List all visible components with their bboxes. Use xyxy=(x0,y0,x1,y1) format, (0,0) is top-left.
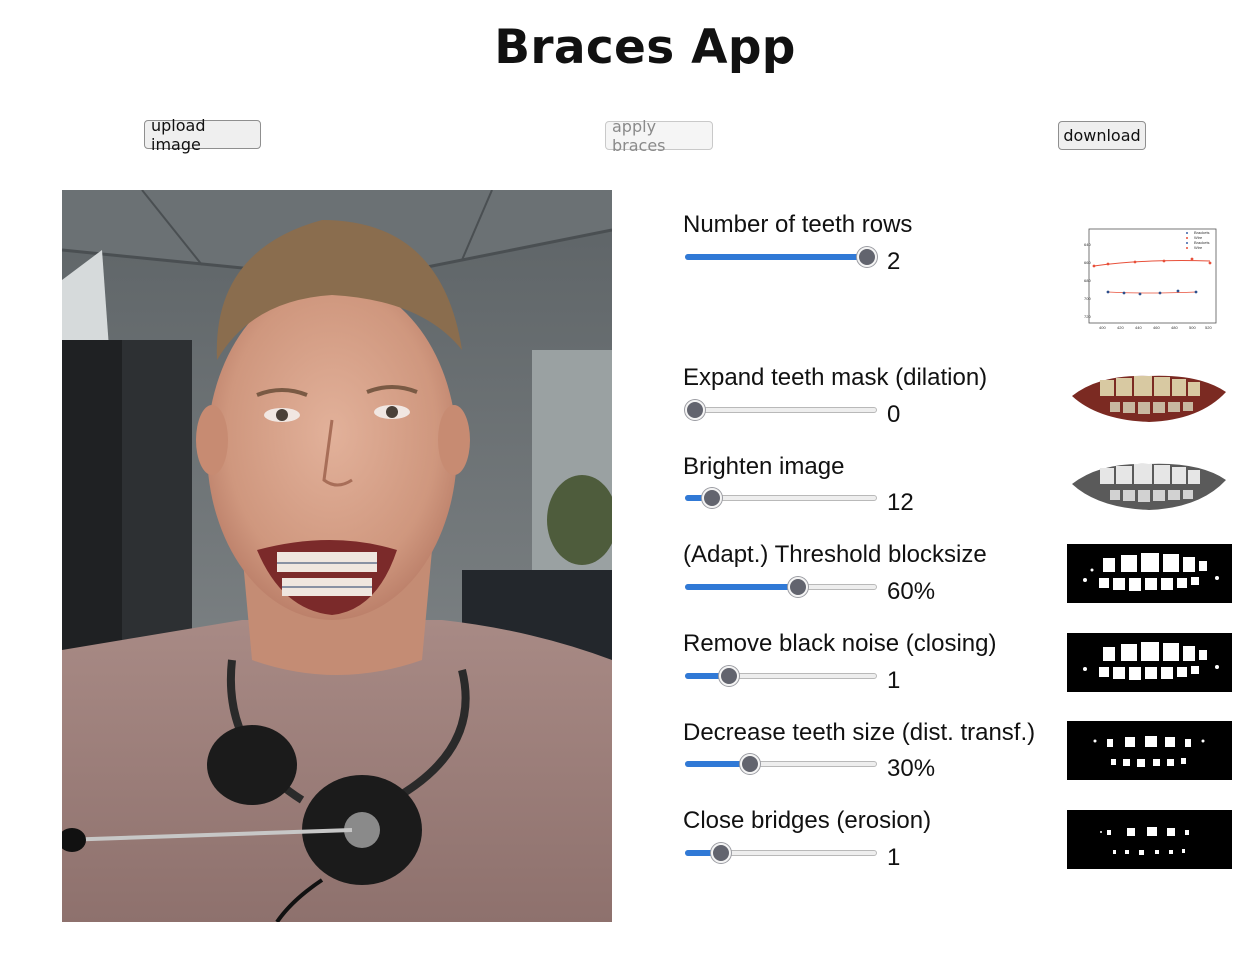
dilation-slider[interactable] xyxy=(685,400,877,420)
control-label: Remove black noise (closing) xyxy=(683,630,997,657)
slider-thumb[interactable] xyxy=(702,488,723,508)
erosion-preview xyxy=(1067,810,1232,869)
control-teeth-rows: Number of teeth rows 2 xyxy=(683,211,913,275)
y-tick: 640 xyxy=(1084,242,1091,247)
slider-value: 1 xyxy=(887,844,901,871)
apply-braces-button[interactable]: apply braces xyxy=(605,117,713,155)
slider-value: 2 xyxy=(887,248,901,275)
slider-thumb[interactable] xyxy=(719,666,740,686)
wire-plot-preview: Brackets Wire Brackets Wire 640 660 680 … xyxy=(1084,226,1218,330)
control-label: Close bridges (erosion) xyxy=(683,807,932,834)
x-tick: 420 xyxy=(1117,325,1124,330)
slider-value: 12 xyxy=(887,489,914,516)
closing-slider[interactable] xyxy=(685,666,877,686)
slider-value: 30% xyxy=(887,755,936,782)
slider-value: 1 xyxy=(887,667,901,694)
control-threshold: (Adapt.) Threshold blocksize 60% xyxy=(683,541,987,605)
slider-thumb[interactable] xyxy=(685,400,705,420)
y-tick: 720 xyxy=(1084,314,1091,319)
x-tick: 440 xyxy=(1135,325,1142,330)
y-tick: 700 xyxy=(1084,296,1091,301)
control-label: (Adapt.) Threshold blocksize xyxy=(683,541,987,568)
slider-thumb[interactable] xyxy=(788,577,809,597)
page-title: Braces App xyxy=(494,20,796,75)
x-tick: 520 xyxy=(1205,325,1212,330)
threshold-preview xyxy=(1067,544,1232,603)
control-brighten: Brighten image 12 xyxy=(683,453,914,516)
threshold-slider[interactable] xyxy=(685,577,877,597)
dist-transform-slider[interactable] xyxy=(685,754,877,774)
control-dist-transform: Decrease teeth size (dist. transf.) 30% xyxy=(683,719,1036,782)
x-tick: 480 xyxy=(1171,325,1178,330)
slider-thumb[interactable] xyxy=(857,247,877,267)
teeth-mask-preview xyxy=(1070,368,1228,424)
brightened-preview xyxy=(1070,456,1228,512)
slider-value: 60% xyxy=(887,578,936,605)
x-tick: 460 xyxy=(1153,325,1160,330)
teeth-rows-slider[interactable] xyxy=(685,247,877,267)
control-closing: Remove black noise (closing) 1 xyxy=(683,630,997,694)
x-tick: 400 xyxy=(1099,325,1106,330)
control-label: Brighten image xyxy=(683,453,845,480)
brighten-slider[interactable] xyxy=(685,488,877,508)
portrait-photo xyxy=(62,190,612,922)
closing-preview xyxy=(1067,633,1232,692)
x-tick: 500 xyxy=(1189,325,1196,330)
control-label: Number of teeth rows xyxy=(683,211,913,238)
dist-transform-preview xyxy=(1067,721,1232,780)
control-label: Decrease teeth size (dist. transf.) xyxy=(683,719,1036,746)
control-erosion: Close bridges (erosion) 1 xyxy=(683,807,932,871)
control-label: Expand teeth mask (dilation) xyxy=(683,364,988,391)
download-button[interactable]: download xyxy=(1058,121,1146,150)
upload-image-button[interactable]: upload image xyxy=(144,116,261,154)
slider-thumb[interactable] xyxy=(710,843,731,863)
slider-value: 0 xyxy=(887,401,901,428)
erosion-slider[interactable] xyxy=(685,843,877,863)
y-tick: 660 xyxy=(1084,260,1091,265)
y-tick: 680 xyxy=(1084,278,1091,283)
legend-entry: Wire xyxy=(1194,245,1203,250)
control-dilation: Expand teeth mask (dilation) 0 xyxy=(683,364,988,428)
slider-thumb[interactable] xyxy=(740,754,761,774)
